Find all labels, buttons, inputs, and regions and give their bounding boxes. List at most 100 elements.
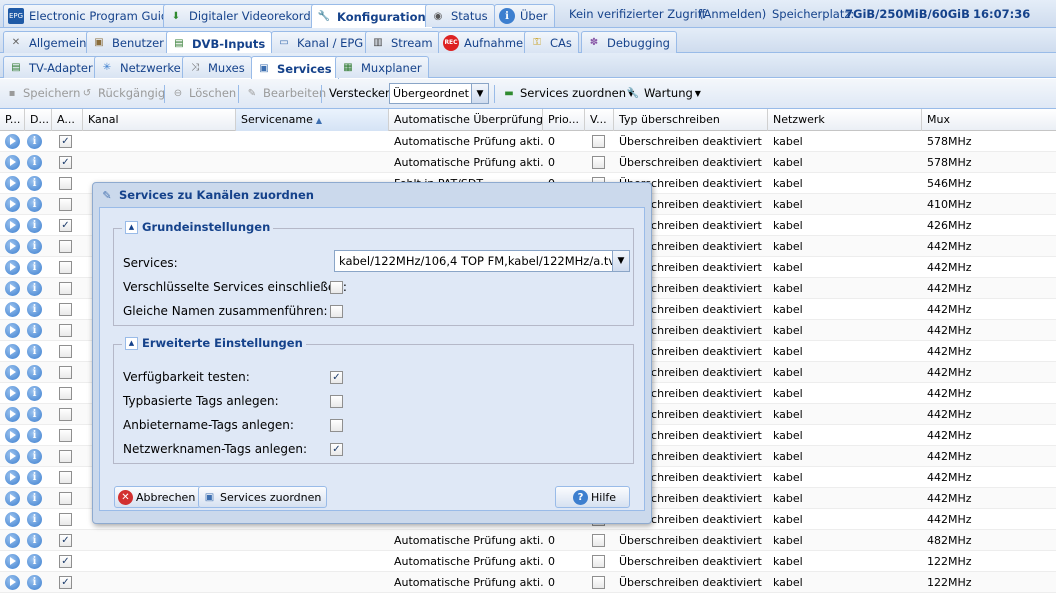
enabled-checkbox[interactable] bbox=[59, 177, 72, 190]
collapse-icon[interactable]: ▲ bbox=[125, 336, 138, 350]
cancel-button[interactable]: ✕ Abbrechen bbox=[114, 486, 202, 508]
play-icon[interactable] bbox=[5, 155, 20, 170]
services-combo[interactable]: kabel/122MHz/106,4 TOP FM,kabel/122MHz/a… bbox=[334, 250, 630, 272]
enabled-checkbox[interactable]: ✓ bbox=[59, 576, 72, 589]
type-tags-checkbox[interactable] bbox=[330, 395, 343, 408]
help-button[interactable]: ? Hilfe bbox=[555, 486, 630, 508]
map-services-submit-button[interactable]: ▣ Services zuordnen bbox=[198, 486, 328, 508]
enabled-checkbox[interactable]: ✓ bbox=[59, 135, 72, 148]
info-icon[interactable]: i bbox=[27, 239, 42, 254]
info-icon[interactable]: i bbox=[27, 407, 42, 422]
play-icon[interactable] bbox=[5, 491, 20, 506]
column-header-channel[interactable]: Kanal bbox=[83, 109, 236, 131]
hide-select[interactable]: Übergeordnet d ▼ bbox=[389, 83, 489, 104]
tab-cas[interactable]: ⚿ CAs bbox=[524, 31, 579, 53]
enabled-checkbox[interactable] bbox=[59, 513, 72, 526]
play-icon[interactable] bbox=[5, 365, 20, 380]
encrypted-checkbox[interactable] bbox=[330, 281, 343, 294]
tab-dvb-inputs[interactable]: ▤ DVB-Inputs bbox=[166, 31, 273, 55]
network-tags-checkbox[interactable]: ✓ bbox=[330, 443, 343, 456]
login-link[interactable]: (Anmelden) bbox=[699, 7, 766, 21]
availability-checkbox[interactable]: ✓ bbox=[330, 371, 343, 384]
tab-tv-adapter[interactable]: ▤ TV-Adapter bbox=[3, 56, 100, 78]
column-header-type-override[interactable]: Typ überschreiben bbox=[614, 109, 768, 131]
enabled-checkbox[interactable] bbox=[59, 303, 72, 316]
info-icon[interactable]: i bbox=[27, 176, 42, 191]
info-icon[interactable]: i bbox=[27, 512, 42, 527]
table-row[interactable]: i ✓ Automatische Prüfung akti... 0 Überschre… bbox=[0, 131, 1056, 152]
play-icon[interactable] bbox=[5, 176, 20, 191]
info-icon[interactable]: i bbox=[27, 344, 42, 359]
provider-tags-checkbox[interactable] bbox=[330, 419, 343, 432]
info-icon[interactable]: i bbox=[27, 134, 42, 149]
enabled-checkbox[interactable] bbox=[59, 345, 72, 358]
info-icon[interactable]: i bbox=[27, 386, 42, 401]
tab-recording[interactable]: REC Aufnahme bbox=[438, 31, 531, 53]
info-icon[interactable]: i bbox=[27, 302, 42, 317]
delete-button[interactable]: ⊖ Löschen bbox=[171, 86, 236, 100]
maintenance-button[interactable]: 🔧 Wartung ▼ bbox=[626, 86, 701, 100]
info-icon[interactable]: i bbox=[27, 260, 42, 275]
tab-channel-epg[interactable]: ▭ Kanal / EPG bbox=[271, 31, 371, 53]
enabled-checkbox[interactable] bbox=[59, 282, 72, 295]
info-icon[interactable]: i bbox=[27, 155, 42, 170]
undo-button[interactable]: ↺ Rückgängig bbox=[80, 86, 165, 100]
column-header-auto-check[interactable]: Automatische Überprüfung bbox=[389, 109, 543, 131]
play-icon[interactable] bbox=[5, 575, 20, 590]
play-icon[interactable] bbox=[5, 470, 20, 485]
info-icon[interactable]: i bbox=[27, 575, 42, 590]
column-header-network[interactable]: Netzwerk bbox=[768, 109, 922, 131]
tab-networks[interactable]: ✳ Netzwerke bbox=[94, 56, 188, 78]
play-icon[interactable] bbox=[5, 302, 20, 317]
play-icon[interactable] bbox=[5, 323, 20, 338]
play-icon[interactable] bbox=[5, 260, 20, 275]
info-icon[interactable]: i bbox=[27, 470, 42, 485]
play-icon[interactable] bbox=[5, 512, 20, 527]
enabled-checkbox[interactable]: ✓ bbox=[59, 219, 72, 232]
tab-services[interactable]: ▣ Services bbox=[251, 56, 339, 80]
dialog-titlebar[interactable]: ✎ Services zu Kanälen zuordnen bbox=[93, 183, 651, 207]
v-checkbox[interactable] bbox=[592, 534, 605, 547]
play-icon[interactable] bbox=[5, 197, 20, 212]
tab-muxes[interactable]: ⤨ Muxes bbox=[182, 56, 252, 78]
enabled-checkbox[interactable] bbox=[59, 408, 72, 421]
enabled-checkbox[interactable] bbox=[59, 471, 72, 484]
enabled-checkbox[interactable] bbox=[59, 366, 72, 379]
column-header-play[interactable]: P... bbox=[0, 109, 25, 131]
save-button[interactable]: ▪ Speichern bbox=[5, 86, 81, 100]
v-checkbox[interactable] bbox=[592, 156, 605, 169]
column-header-active[interactable]: A... bbox=[52, 109, 83, 131]
tab-general[interactable]: ✕ Allgemein bbox=[3, 31, 94, 53]
enabled-checkbox[interactable] bbox=[59, 429, 72, 442]
merge-checkbox[interactable] bbox=[330, 305, 343, 318]
chevron-down-icon[interactable]: ▼ bbox=[471, 84, 488, 103]
tab-status[interactable]: ◉ Status bbox=[425, 4, 495, 27]
column-header-servicename[interactable]: Servicename ▲ bbox=[236, 109, 389, 131]
tab-users[interactable]: ▣ Benutzer bbox=[86, 31, 171, 53]
play-icon[interactable] bbox=[5, 428, 20, 443]
play-icon[interactable] bbox=[5, 407, 20, 422]
tab-stream[interactable]: ▥ Stream bbox=[365, 31, 440, 53]
enabled-checkbox[interactable] bbox=[59, 492, 72, 505]
fieldset-legend[interactable]: ▲ Erweiterte Einstellungen bbox=[122, 336, 306, 350]
v-checkbox[interactable] bbox=[592, 135, 605, 148]
chevron-down-icon[interactable]: ▼ bbox=[612, 251, 629, 271]
play-icon[interactable] bbox=[5, 344, 20, 359]
info-icon[interactable]: i bbox=[27, 428, 42, 443]
map-services-button[interactable]: ▬ Services zuordnen ▼ bbox=[502, 86, 634, 100]
enabled-checkbox[interactable]: ✓ bbox=[59, 534, 72, 547]
column-header-details[interactable]: D... bbox=[25, 109, 52, 131]
play-icon[interactable] bbox=[5, 533, 20, 548]
tab-dvr[interactable]: ⬇ Digitaler Videorekorder bbox=[163, 4, 330, 27]
enabled-checkbox[interactable] bbox=[59, 198, 72, 211]
info-icon[interactable]: i bbox=[27, 323, 42, 338]
enabled-checkbox[interactable] bbox=[59, 261, 72, 274]
enabled-checkbox[interactable] bbox=[59, 324, 72, 337]
play-icon[interactable] bbox=[5, 281, 20, 296]
v-checkbox[interactable] bbox=[592, 576, 605, 589]
fieldset-legend[interactable]: ▲ Grundeinstellungen bbox=[122, 220, 274, 234]
tab-configuration[interactable]: 🔧 Konfiguration bbox=[311, 4, 433, 28]
play-icon[interactable] bbox=[5, 134, 20, 149]
info-icon[interactable]: i bbox=[27, 449, 42, 464]
tab-debugging[interactable]: ✽ Debugging bbox=[581, 31, 677, 53]
